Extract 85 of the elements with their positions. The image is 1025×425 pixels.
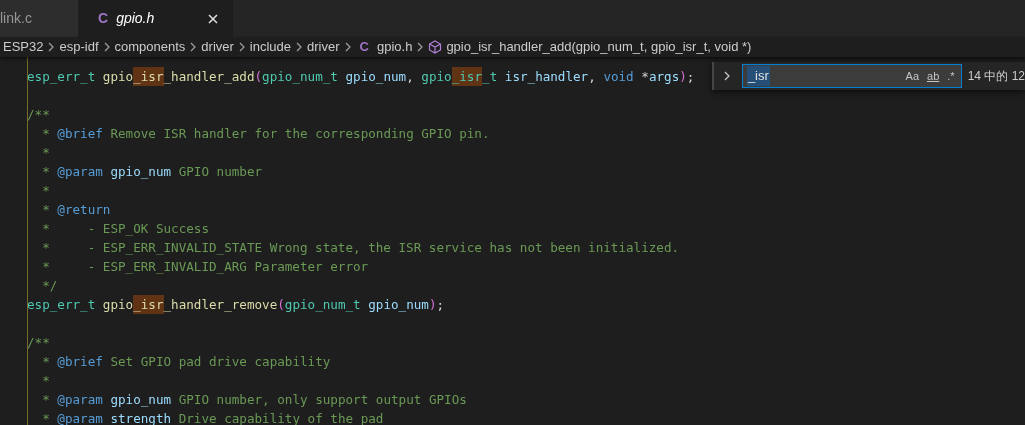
code-token: @param: [57, 410, 103, 425]
find-input[interactable]: _isr Aa ab .*: [741, 64, 962, 88]
editor-tab[interactable]: link.c: [0, 0, 78, 37]
code-token: */: [41, 277, 58, 295]
code-token: *: [41, 372, 50, 390]
chevron-right-icon: [47, 42, 56, 52]
cube-icon: [428, 40, 443, 54]
code-token: @param: [57, 391, 103, 409]
breadcrumb-item[interactable]: driver: [307, 37, 340, 57]
code-token: ;: [686, 68, 695, 86]
code-token: (: [254, 68, 263, 86]
code-token: *: [41, 391, 51, 409]
code-token: @brief: [57, 353, 103, 371]
code-token: gpio: [102, 296, 134, 314]
breadcrumb-item[interactable]: gpio.h: [376, 37, 413, 57]
code-token: Set GPIO pad drive capability: [109, 353, 331, 371]
chevron-right-icon: [343, 42, 352, 52]
code-token: *: [641, 68, 649, 86]
code-token: ,: [406, 68, 415, 86]
c-file-icon: C: [359, 37, 369, 57]
code-token: @return: [57, 201, 111, 219]
code-token: gpio: [421, 68, 452, 86]
code-token: gpio_num: [345, 68, 407, 86]
find-option-toggle[interactable]: ab: [925, 67, 942, 85]
code-token: _handler_add: [163, 68, 255, 86]
code-token: strength: [109, 410, 172, 425]
code-token: ): [679, 68, 687, 86]
tab-label: gpio.h: [116, 9, 155, 28]
code-token: ,: [588, 68, 597, 86]
code-token: void: [603, 68, 635, 86]
code-token: *: [41, 182, 50, 200]
chevron-right-icon: [237, 42, 246, 52]
code-token: * - ESP_ERR_INVALID_ARG Parameter error: [41, 258, 369, 276]
breadcrumb-item[interactable]: components: [114, 37, 186, 57]
code-token: gpio_num: [109, 163, 172, 181]
code-token: Drive capability of the pad: [177, 410, 384, 425]
code-token: gpio_num_t: [262, 68, 339, 86]
close-icon[interactable]: [207, 12, 219, 25]
code-token: * - ESP_OK Success: [41, 220, 209, 238]
code-token: /**: [27, 334, 50, 352]
code-token: *: [41, 144, 50, 162]
code-token: (: [277, 296, 285, 314]
code-token: GPIO number, only support output GPIOs: [177, 391, 467, 409]
code-token: GPIO number: [177, 163, 263, 181]
find-option-toggle[interactable]: Aa: [903, 67, 922, 85]
search-match: _isr: [133, 295, 164, 314]
chevron-right-icon: [102, 42, 111, 52]
tab-label: link.c: [0, 9, 32, 28]
breadcrumb-item[interactable]: gpio_isr_handler_add(gpio_num_t, gpio_isr_t, void *): [446, 37, 752, 57]
code-token: /**: [27, 106, 50, 124]
code-token: args: [648, 68, 680, 86]
search-match: _isr: [451, 67, 483, 86]
match-count: 14 中的 12: [967, 68, 1025, 85]
code-token: gpio_num: [109, 391, 172, 409]
code-token: *: [41, 125, 51, 143]
code-token: *: [41, 201, 51, 219]
chevron-right-icon: [295, 42, 304, 52]
code-token: @brief: [57, 125, 103, 143]
c-file-icon: C: [98, 8, 109, 29]
breadcrumb-item[interactable]: ESP32: [3, 37, 44, 57]
code-token: gpio_num_t: [284, 296, 362, 314]
code-token: isr_handler: [504, 68, 589, 86]
code-token: ;: [436, 296, 445, 314]
code-token: *: [41, 353, 51, 371]
breadcrumb-item[interactable]: esp-idf: [59, 37, 99, 57]
breadcrumb-item[interactable]: include: [249, 37, 292, 57]
code-token: esp_err_t: [27, 68, 97, 86]
code-token: esp_err_t: [27, 296, 97, 314]
chevron-right-icon: [189, 42, 198, 52]
editor-tab[interactable]: C gpio.h: [78, 0, 233, 37]
code-token: ): [428, 296, 437, 314]
code-token: @param: [57, 163, 103, 181]
code-token: gpio_num: [368, 296, 429, 314]
find-option-toggle[interactable]: .*: [945, 67, 957, 85]
code-token: *: [41, 410, 51, 425]
code-token: * - ESP_ERR_INVALID_STATE Wrong state, the ISR service has not been initialized.: [41, 239, 680, 257]
chevron-right-icon: [416, 42, 425, 52]
code-token: *: [41, 163, 51, 181]
code-token: _handler_remove: [163, 296, 278, 314]
code-token: _t: [482, 68, 499, 86]
code-token: gpio: [102, 68, 134, 86]
code-token: Remove ISR handler for the corresponding GPIO pin.: [109, 125, 490, 143]
chevron-right-icon[interactable]: [722, 70, 732, 82]
breadcrumb-item[interactable]: driver: [201, 37, 234, 57]
search-match: _isr: [133, 67, 164, 86]
